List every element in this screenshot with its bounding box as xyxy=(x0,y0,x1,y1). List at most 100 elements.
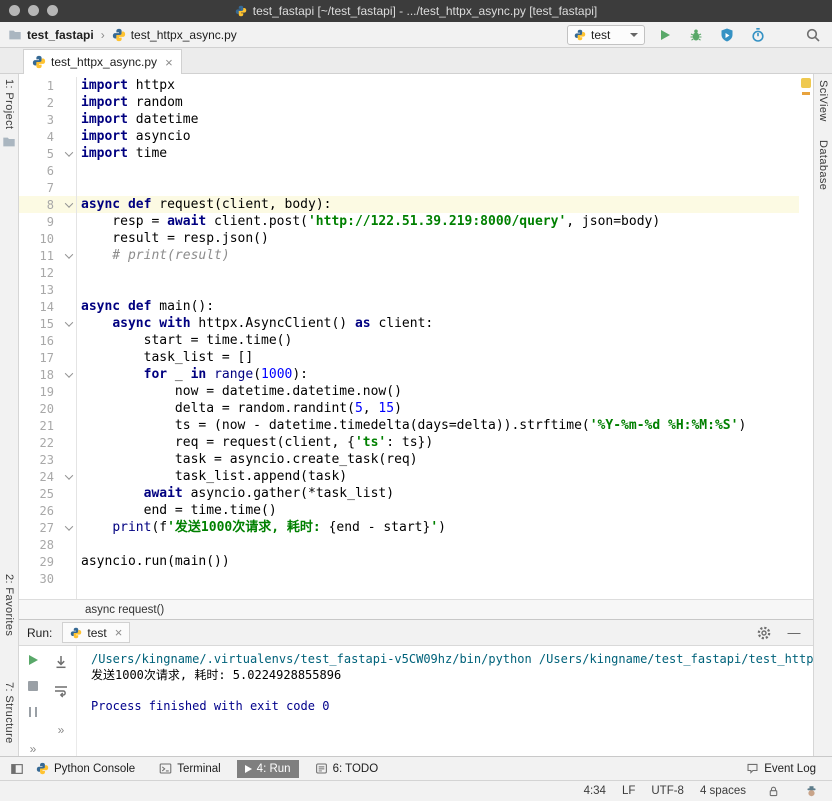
readonly-lock-button[interactable] xyxy=(762,780,784,801)
soft-wrap-button[interactable] xyxy=(50,680,72,702)
highlighting-level-button[interactable] xyxy=(800,780,822,801)
run-label: Run: xyxy=(27,625,53,640)
fold-gutter xyxy=(62,536,76,553)
tool-button-sciview[interactable]: SciView xyxy=(814,80,832,122)
editor-tab[interactable]: test_httpx_async.py × xyxy=(23,49,182,74)
editor-scrollbar[interactable] xyxy=(799,77,813,599)
title-bar: test_fastapi [~/test_fastapi] - .../test… xyxy=(0,0,832,22)
debug-button[interactable] xyxy=(685,24,707,46)
zoom-window-button[interactable] xyxy=(47,5,58,16)
tool-button-project[interactable]: 1: Project xyxy=(0,79,18,149)
run-with-coverage-button[interactable] xyxy=(716,24,738,46)
gutter-line: 9 xyxy=(19,213,76,230)
gutter-line: 28 xyxy=(19,536,76,553)
line-number: 22 xyxy=(39,435,54,450)
minimize-window-button[interactable] xyxy=(28,5,39,16)
code-line: async def request(client, body): xyxy=(77,196,799,213)
line-number: 14 xyxy=(39,299,54,314)
editor[interactable]: 1 2 3 4 5 6 7 8 9 10 11 12 13 14 15 16 17 18 19 20 21 22 23 24 2… xyxy=(19,74,813,599)
code-line: import httpx xyxy=(81,78,175,93)
tool-button-event-log[interactable]: Event Log xyxy=(738,759,824,778)
close-tab-icon[interactable]: × xyxy=(165,56,173,69)
tool-button-python-console[interactable]: Python Console xyxy=(28,759,143,778)
hide-panel-button[interactable]: — xyxy=(783,622,805,644)
fold-chevron-icon[interactable] xyxy=(62,315,76,332)
run-button[interactable] xyxy=(654,24,676,46)
fold-chevron-icon[interactable] xyxy=(62,145,76,162)
terminal-icon xyxy=(159,762,172,775)
inspections-indicator-icon[interactable] xyxy=(801,78,811,88)
line-number: 20 xyxy=(39,401,54,416)
code-line: end = time.time() xyxy=(81,503,277,518)
breadcrumb-project[interactable]: test_fastapi xyxy=(27,28,94,42)
line-number: 23 xyxy=(39,452,54,467)
fold-gutter xyxy=(62,570,76,587)
tool-button-database[interactable]: Database xyxy=(814,140,832,190)
fold-gutter xyxy=(62,162,76,179)
fold-chevron-icon[interactable] xyxy=(62,247,76,264)
terminal-label: Terminal xyxy=(177,762,221,775)
run-header: Run: test × — xyxy=(19,620,813,646)
console-output[interactable]: /Users/kingname/.virtualenvs/test_fastap… xyxy=(77,646,813,756)
fold-chevron-icon[interactable] xyxy=(62,468,76,485)
tool-button-structure[interactable]: 7: Structure xyxy=(0,682,18,744)
tool-button-favorites[interactable]: 2: Favorites xyxy=(0,574,18,636)
tool-window-switcher[interactable] xyxy=(6,758,28,780)
rerun-button[interactable] xyxy=(22,651,44,670)
editor-gutter: 1 2 3 4 5 6 7 8 9 10 11 12 13 14 15 16 17 18 19 20 21 22 23 24 2… xyxy=(19,77,77,599)
warning-stripe-mark[interactable] xyxy=(802,92,810,95)
bug-icon xyxy=(688,27,704,43)
pause-output-button[interactable] xyxy=(22,702,44,721)
fold-gutter xyxy=(62,434,76,451)
window-title: test_fastapi [~/test_fastapi] - .../test… xyxy=(252,4,598,18)
tool-button-todo[interactable]: 6: TODO xyxy=(307,759,387,778)
gutter-line: 21 xyxy=(19,417,76,434)
close-window-button[interactable] xyxy=(9,5,20,16)
python-console-label: Python Console xyxy=(54,762,136,775)
gutter-line: 30 xyxy=(19,570,76,587)
fold-chevron-icon[interactable] xyxy=(62,519,76,536)
fold-chevron-icon[interactable] xyxy=(62,366,76,383)
gutter-line: 4 xyxy=(19,128,76,145)
stop-button[interactable] xyxy=(22,677,44,696)
line-number: 28 xyxy=(39,537,54,552)
fold-gutter xyxy=(62,179,76,196)
fold-gutter xyxy=(62,230,76,247)
line-number: 6 xyxy=(46,163,54,178)
run-configuration-select[interactable]: test xyxy=(567,24,645,45)
line-separator-widget[interactable]: LF xyxy=(622,785,635,797)
line-number: 10 xyxy=(39,231,54,246)
code-line: start = time.time() xyxy=(81,333,293,348)
indent-widget[interactable]: 4 spaces xyxy=(700,785,746,797)
fold-gutter xyxy=(62,332,76,349)
fold-chevron-icon[interactable] xyxy=(62,196,76,213)
toolbar-overflow-chevron[interactable]: » xyxy=(30,742,37,756)
run-settings-button[interactable] xyxy=(753,622,775,644)
scroll-to-end-button[interactable] xyxy=(50,651,72,673)
close-run-tab-icon[interactable]: × xyxy=(115,626,123,639)
gutter-line: 15 xyxy=(19,315,76,332)
line-number: 7 xyxy=(46,180,54,195)
toolbar-overflow-chevron[interactable]: » xyxy=(58,723,65,737)
tool-button-run[interactable]: 4: Run xyxy=(236,759,299,778)
fold-gutter xyxy=(62,128,76,145)
breadcrumb-file[interactable]: test_httpx_async.py xyxy=(131,28,237,42)
code-line: delta = random.randint(5, 15) xyxy=(81,401,402,416)
stop-icon xyxy=(28,681,38,691)
caret-position-widget[interactable]: 4:34 xyxy=(584,785,606,797)
line-number: 17 xyxy=(39,350,54,365)
profiler-button[interactable] xyxy=(747,24,769,46)
line-number: 29 xyxy=(39,554,54,569)
search-everywhere-button[interactable] xyxy=(802,24,824,46)
editor-code[interactable]: import httpx import random import datetime… xyxy=(77,77,799,599)
fold-gutter xyxy=(62,451,76,468)
breadcrumb-scope[interactable]: async request() xyxy=(85,604,164,616)
tool-button-terminal[interactable]: Terminal xyxy=(151,759,228,778)
encoding-widget[interactable]: UTF-8 xyxy=(651,785,684,797)
run-tab[interactable]: test × xyxy=(62,622,131,643)
stopwatch-icon xyxy=(750,27,766,43)
gutter-line: 13 xyxy=(19,281,76,298)
